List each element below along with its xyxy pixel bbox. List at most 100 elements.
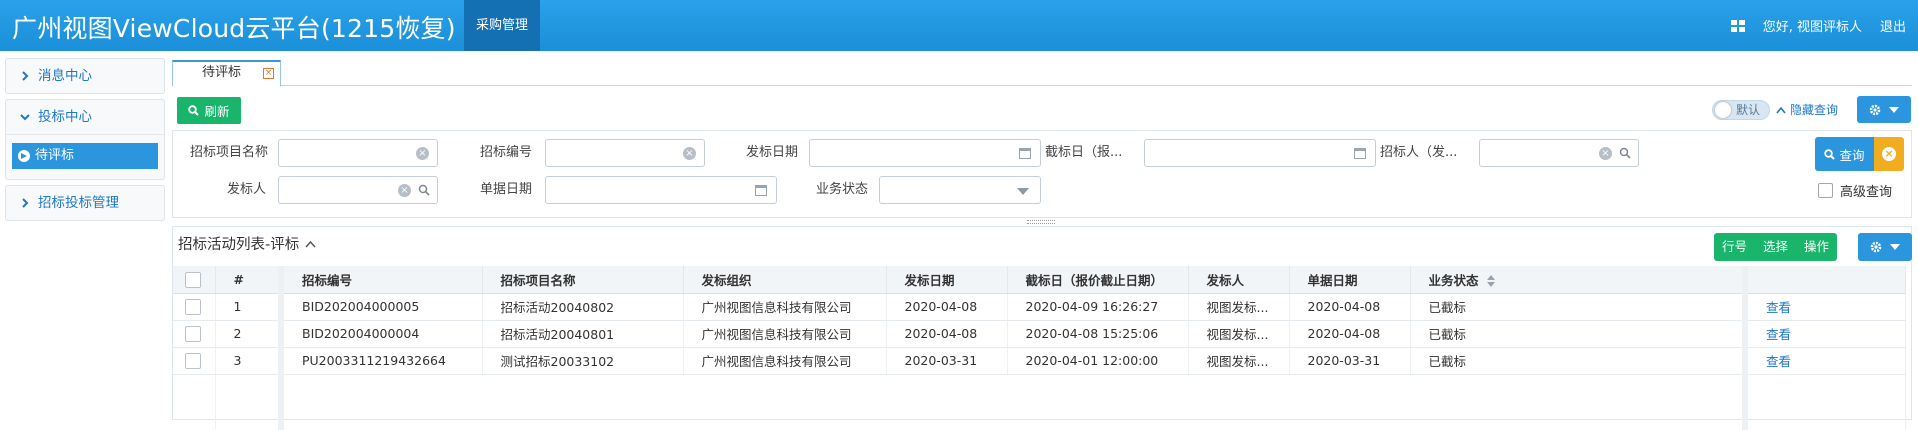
- col-project-name[interactable]: 招标项目名称: [482, 266, 684, 294]
- table-title: 招标活动列表-评标: [178, 233, 316, 254]
- search-button[interactable]: 查询: [1815, 137, 1874, 171]
- bid-no-input[interactable]: ×: [545, 139, 705, 167]
- deadline-input[interactable]: [1144, 139, 1376, 167]
- table-filler-row: [173, 374, 1906, 430]
- arrow-circle-icon: [18, 150, 30, 162]
- sidebar-submenu: 待评标: [6, 134, 164, 179]
- cell-operation: 查看: [1742, 347, 1906, 375]
- col-issue-date[interactable]: 发标日期: [886, 266, 1008, 294]
- sidebar-group-messages: 消息中心: [5, 58, 165, 94]
- label-issue-date: 发标日期: [746, 145, 799, 160]
- cell-doc-date: 2020-03-31: [1289, 347, 1411, 375]
- search-icon[interactable]: [418, 184, 430, 196]
- clear-icon[interactable]: ×: [398, 184, 411, 197]
- cell-issue-date: 2020-04-08: [886, 320, 1008, 348]
- clear-query-button[interactable]: ×: [1874, 137, 1904, 171]
- calendar-icon[interactable]: [755, 185, 767, 196]
- clear-icon[interactable]: ×: [683, 147, 696, 160]
- table-settings-button[interactable]: [1858, 233, 1912, 261]
- calendar-icon[interactable]: [1354, 148, 1366, 159]
- row-number: 2: [215, 320, 284, 348]
- default-toggle[interactable]: 默认: [1712, 100, 1770, 120]
- row-select-cell[interactable]: [173, 320, 216, 348]
- label-deadline: 截标日（报...: [1045, 145, 1123, 160]
- cell-deadline: 2020-04-09 16:26:27: [1007, 293, 1189, 321]
- cell-bid-no: PU2003311219432664: [281, 347, 483, 375]
- close-icon[interactable]: ×: [263, 68, 274, 79]
- project-name-input[interactable]: ×: [278, 139, 438, 167]
- doc-date-input[interactable]: [545, 176, 777, 204]
- search-icon: [188, 105, 200, 116]
- sidebar-group-bidding: 投标中心 待评标: [5, 99, 165, 180]
- sort-icon[interactable]: [1486, 275, 1495, 288]
- chevron-up-icon[interactable]: [305, 240, 316, 248]
- advanced-query-option[interactable]: 高级查询: [1818, 181, 1892, 200]
- grid-menu-icon[interactable]: [1730, 19, 1745, 32]
- col-doc-date[interactable]: 单据日期: [1289, 266, 1411, 294]
- cell-issuer: 视图发标...: [1188, 320, 1290, 348]
- cell-operation: 查看: [1742, 320, 1906, 348]
- col-org[interactable]: 发标组织: [683, 266, 887, 294]
- main-content: 待评标 × 刷新 默认 隐藏查询 招标项目名称 × 招标编号 × 发标日期 截标…: [172, 54, 1912, 430]
- row-number: 1: [215, 293, 284, 321]
- hide-query-link[interactable]: 隐藏查询: [1776, 100, 1838, 120]
- nav-procurement[interactable]: 采购管理: [464, 0, 540, 51]
- select-button[interactable]: 选择: [1755, 233, 1796, 261]
- row-select-cell[interactable]: [173, 347, 216, 375]
- table-row[interactable]: 2 BID202004000004 招标活动20040801 广州视图信息科技有…: [173, 320, 1906, 348]
- sidebar-item-tender-mgmt[interactable]: 招标投标管理: [6, 186, 164, 220]
- tenderer-input[interactable]: ×: [1479, 139, 1639, 167]
- app-title: 广州视图ViewCloud云平台(1215恢复): [12, 14, 456, 43]
- sidebar-item-bidding[interactable]: 投标中心: [6, 100, 164, 134]
- chevron-right-icon: [22, 198, 29, 208]
- search-icon[interactable]: [1619, 147, 1631, 159]
- hide-query-label: 隐藏查询: [1790, 103, 1839, 117]
- user-greeting[interactable]: 您好, 视图评标人: [1763, 16, 1862, 35]
- cell-org: 广州视图信息科技有限公司: [683, 347, 887, 375]
- col-biz-status[interactable]: 业务状态: [1410, 266, 1746, 294]
- table-panel: 招标活动列表-评标 行号 选择 操作 # 招标编号 招标项目名称 发标组织 发标…: [172, 226, 1912, 430]
- row-number-button[interactable]: 行号: [1714, 233, 1755, 261]
- select-all-checkbox[interactable]: [185, 271, 201, 288]
- biz-status-select[interactable]: [879, 176, 1041, 204]
- chevron-down-icon: [20, 114, 30, 121]
- logout-link[interactable]: 退出: [1880, 16, 1906, 35]
- advanced-query-checkbox[interactable]: [1818, 183, 1833, 198]
- chevron-down-icon: [1017, 188, 1029, 195]
- sidebar-item-messages[interactable]: 消息中心: [6, 59, 164, 93]
- view-link[interactable]: 查看: [1766, 300, 1791, 315]
- sidebar-group-tender-mgmt: 招标投标管理: [5, 185, 165, 221]
- select-all-cell[interactable]: [173, 266, 216, 294]
- cell-issue-date: 2020-04-08: [886, 293, 1008, 321]
- cell-issuer: 视图发标...: [1188, 347, 1290, 375]
- table-row[interactable]: 1 BID202004000005 招标活动20040802 广州视图信息科技有…: [173, 293, 1906, 321]
- refresh-button[interactable]: 刷新: [177, 97, 241, 124]
- table-row[interactable]: 3 PU2003311219432664 测试招标20033102 广州视图信息…: [173, 347, 1906, 375]
- row-checkbox[interactable]: [185, 325, 201, 342]
- clear-icon[interactable]: ×: [416, 147, 429, 160]
- calendar-icon[interactable]: [1019, 148, 1031, 159]
- col-deadline[interactable]: 截标日（报价截止日期）: [1007, 266, 1189, 294]
- row-checkbox[interactable]: [185, 298, 201, 315]
- panel-splitter[interactable]: [1027, 220, 1055, 224]
- view-link[interactable]: 查看: [1766, 327, 1791, 342]
- row-select-cell[interactable]: [173, 293, 216, 321]
- settings-dropdown-button[interactable]: [1857, 96, 1911, 123]
- operate-button[interactable]: 操作: [1796, 233, 1837, 261]
- sidebar-item-pending-eval[interactable]: 待评标: [12, 143, 158, 169]
- col-issuer[interactable]: 发标人: [1188, 266, 1290, 294]
- clear-icon[interactable]: ×: [1599, 147, 1612, 160]
- cell-deadline: 2020-04-08 15:25:06: [1007, 320, 1189, 348]
- caret-down-icon: [1890, 244, 1900, 250]
- issue-date-input[interactable]: [809, 139, 1041, 167]
- row-checkbox[interactable]: [185, 352, 201, 369]
- table-title-text: 招标活动列表-评标: [178, 237, 300, 253]
- label-biz-status: 业务状态: [816, 182, 869, 197]
- cell-project-name: 招标活动20040801: [482, 320, 684, 348]
- col-bid-no[interactable]: 招标编号: [281, 266, 483, 294]
- issuer-input[interactable]: ×: [278, 176, 438, 204]
- cell-bid-no: BID202004000004: [281, 320, 483, 348]
- cell-issuer: 视图发标...: [1188, 293, 1290, 321]
- view-link[interactable]: 查看: [1766, 354, 1791, 369]
- tab-pending-eval[interactable]: 待评标 ×: [172, 60, 281, 87]
